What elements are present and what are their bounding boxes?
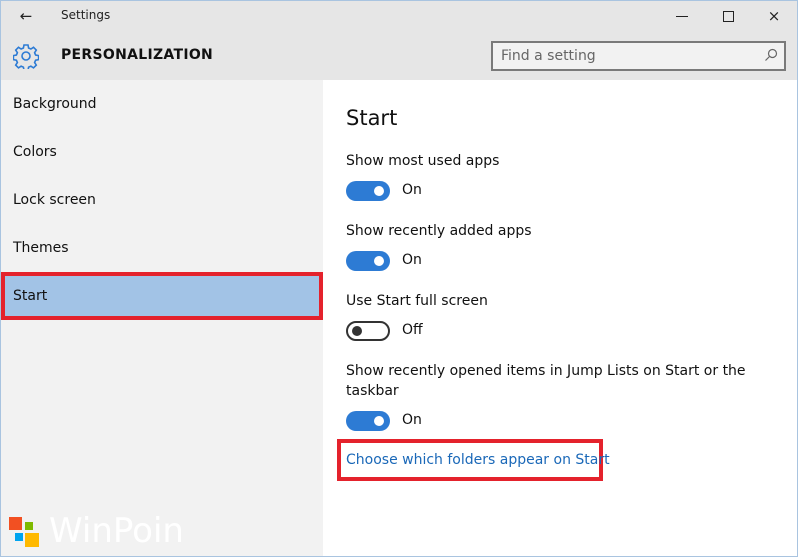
section-title: PERSONALIZATION [61,47,214,63]
search-box[interactable] [491,41,786,71]
minimize-button[interactable] [659,1,705,31]
toggle-state: On [402,182,422,198]
toggle-state: Off [402,322,423,338]
close-button[interactable]: × [751,1,797,31]
setting-label: Show most used apps [346,153,500,169]
page-header: PERSONALIZATION [1,31,797,80]
toggle-jump-lists[interactable] [346,411,390,431]
toggle-state: On [402,412,422,428]
watermark-text: WinPoin [49,511,184,551]
title-bar: ← Settings × [1,1,797,31]
toggle-knob [374,416,384,426]
setting-label: Show recently opened items in Jump Lists… [346,363,746,399]
back-arrow-icon: ← [19,7,33,25]
toggle-recently-added-apps[interactable] [346,251,390,271]
page-title: Start [346,106,398,130]
search-icon[interactable] [764,48,778,62]
window-title: Settings [61,8,111,22]
sidebar-item-start[interactable]: Start [1,272,323,320]
choose-folders-link[interactable]: Choose which folders appear on Start [346,452,610,468]
sidebar-item-background[interactable]: Background [1,80,323,128]
main-content: Start Show most used apps On Show recent… [323,80,797,556]
maximize-button[interactable] [705,1,751,31]
search-input[interactable] [501,46,751,66]
sidebar-item-colors[interactable]: Colors [1,128,323,176]
watermark-logo: WinPoin [9,511,189,553]
toggle-state: On [402,252,422,268]
toggle-most-used-apps[interactable] [346,181,390,201]
toggle-knob [352,326,362,336]
minimize-icon [676,15,688,18]
toggle-knob [374,186,384,196]
back-button[interactable]: ← [15,5,37,27]
toggle-start-full-screen[interactable] [346,321,390,341]
toggle-knob [374,256,384,266]
sidebar: Background Colors Lock screen Themes Sta… [1,80,323,556]
setting-label: Show recently added apps [346,223,532,239]
close-icon: × [767,7,781,25]
maximize-icon [722,11,734,22]
settings-window: ← Settings × PERSONALIZATION Background … [0,0,798,557]
gear-icon [13,44,39,69]
sidebar-item-lock-screen[interactable]: Lock screen [1,176,323,224]
setting-label: Use Start full screen [346,293,488,309]
sidebar-item-themes[interactable]: Themes [1,224,323,272]
